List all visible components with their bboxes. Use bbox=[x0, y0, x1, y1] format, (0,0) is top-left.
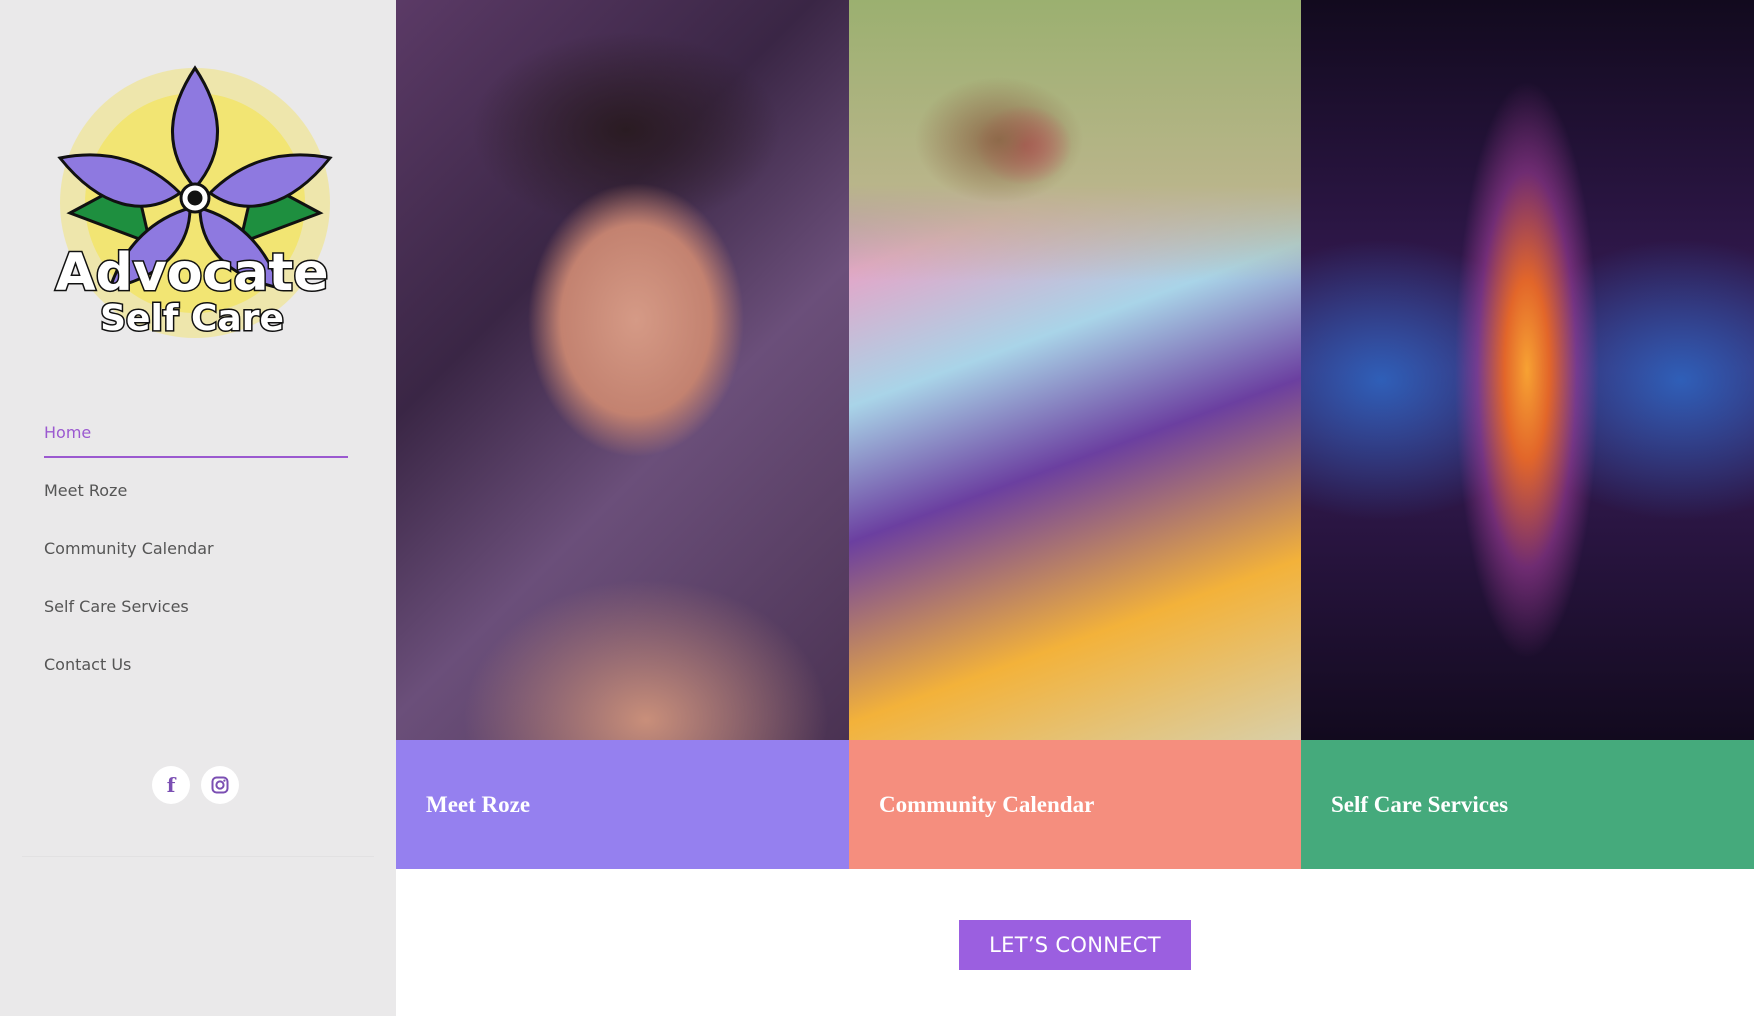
nav-item-contact-us[interactable]: Contact Us bbox=[44, 636, 348, 694]
nav-item-home[interactable]: Home bbox=[44, 404, 348, 462]
tile-label: Self Care Services bbox=[1331, 792, 1509, 817]
instagram-glyph bbox=[211, 776, 229, 794]
social-links: f bbox=[152, 766, 239, 804]
page: Advocate Self Care Home Meet Roze Commun… bbox=[0, 0, 1754, 1016]
facebook-icon[interactable]: f bbox=[152, 766, 190, 804]
feature-tiles: Meet Roze Community Calendar Self Care S… bbox=[396, 0, 1754, 869]
tile-label: Community Calendar bbox=[879, 792, 1095, 817]
tile-community-calendar[interactable]: Community Calendar bbox=[849, 0, 1301, 869]
logo-line2: Self Care bbox=[100, 298, 284, 339]
logo[interactable]: Advocate Self Care bbox=[40, 58, 350, 368]
logo-line1: Advocate bbox=[55, 243, 328, 303]
tile-label: Meet Roze bbox=[426, 792, 531, 817]
sidebar: Advocate Self Care Home Meet Roze Commun… bbox=[0, 0, 396, 1016]
psychedelic-art-photo bbox=[1301, 0, 1754, 740]
gathering-photo bbox=[849, 0, 1301, 740]
sidebar-divider bbox=[22, 856, 374, 857]
portrait-photo bbox=[396, 0, 849, 740]
tile-meet-roze[interactable]: Meet Roze bbox=[396, 0, 849, 869]
instagram-icon[interactable] bbox=[201, 766, 239, 804]
tile-self-care-services[interactable]: Self Care Services bbox=[1301, 0, 1754, 869]
nav-item-community-calendar[interactable]: Community Calendar bbox=[44, 520, 348, 578]
lets-connect-button[interactable]: LET’S CONNECT bbox=[959, 920, 1191, 970]
nav-item-self-care-services[interactable]: Self Care Services bbox=[44, 578, 348, 636]
main-nav: Home Meet Roze Community Calendar Self C… bbox=[44, 418, 348, 694]
facebook-glyph: f bbox=[166, 773, 176, 797]
nav-item-meet-roze[interactable]: Meet Roze bbox=[44, 462, 348, 520]
